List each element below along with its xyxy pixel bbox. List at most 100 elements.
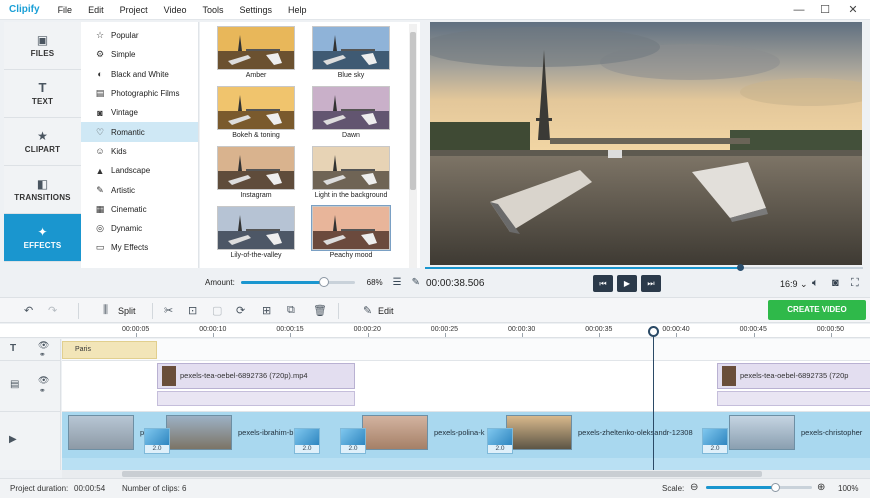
category-my-effects[interactable]: ▭ My Effects: [81, 238, 198, 257]
preset-dawn[interactable]: Dawn: [311, 86, 391, 139]
scissors-icon[interactable]: ✂: [164, 304, 173, 317]
tab-transitions[interactable]: ◧ TRANSITIONS: [4, 166, 81, 214]
film-icon: ▤: [95, 88, 105, 99]
zoom-out-icon[interactable]: ⊖: [690, 482, 698, 493]
category-label: Popular: [111, 31, 139, 41]
preset-lily-of-the-valley[interactable]: Lily-of-the-valley: [216, 206, 296, 259]
preset-thumbnail: [312, 26, 390, 70]
amount-slider-handle[interactable]: [318, 276, 329, 287]
play-button[interactable]: ▶: [617, 275, 637, 292]
category-label: Cinematic: [111, 204, 147, 214]
rotate-icon[interactable]: ⟳: [236, 304, 245, 317]
timeline-scrollbar[interactable]: [62, 470, 870, 478]
category-vintage[interactable]: ◙ Vintage: [81, 103, 198, 122]
category-simple[interactable]: ⚙ Simple: [81, 45, 198, 64]
presets-scrollbar[interactable]: [409, 24, 417, 268]
menu-file[interactable]: File: [50, 5, 81, 15]
create-video-button[interactable]: CREATE VIDEO: [768, 300, 866, 320]
category-romantic[interactable]: ♡ Romantic: [81, 122, 198, 142]
audio-track[interactable]: [62, 458, 870, 470]
next-button[interactable]: ⏭: [641, 275, 661, 292]
transition-block[interactable]: 2.0: [144, 428, 170, 454]
delete-icon[interactable]: 🗑︎: [313, 304, 327, 317]
transition-block[interactable]: 2.0: [340, 428, 366, 454]
tab-effects[interactable]: ✦ EFFECTS: [4, 214, 81, 262]
volume-icon[interactable]: 🔈︎: [812, 277, 819, 290]
menu-project[interactable]: Project: [112, 5, 156, 15]
audio-waveform[interactable]: [157, 391, 355, 406]
clip-thumbnail: [506, 415, 572, 450]
star-icon: ★: [37, 128, 48, 143]
link-icon[interactable]: ⚭: [39, 350, 46, 359]
menu-video[interactable]: Video: [156, 5, 195, 15]
playhead-handle[interactable]: [648, 326, 659, 337]
preset-bokeh-toning[interactable]: Bokeh & toning: [216, 86, 296, 139]
video-clip[interactable]: pexels-tea-oebel-6892736 (720p).mp4: [157, 363, 355, 389]
freeze-frame-icon[interactable]: ▢: [212, 304, 222, 317]
menu-edit[interactable]: Edit: [80, 5, 112, 15]
playback-progress-handle[interactable]: [737, 264, 745, 271]
split-icon[interactable]: ⫼: [103, 304, 108, 317]
timeline-scrollbar-thumb[interactable]: [122, 471, 762, 477]
category-artistic[interactable]: ✎ Artistic: [81, 180, 198, 199]
preset-name: Dawn: [342, 132, 360, 139]
playback-progress[interactable]: [425, 264, 863, 271]
preset-instagram[interactable]: Instagram: [216, 146, 296, 199]
redo-icon[interactable]: ↷: [48, 304, 57, 317]
sliders-icon[interactable]: ☰: [393, 277, 402, 288]
preset-thumbnail: [217, 146, 295, 190]
crop-icon[interactable]: ⊡: [188, 304, 197, 317]
category-cinematic[interactable]: ▦ Cinematic: [81, 200, 198, 219]
transition-block[interactable]: 2.0: [487, 428, 513, 454]
video-clip[interactable]: pexels-tea-oebel-6892735 (720p: [717, 363, 870, 389]
category-black-and-white[interactable]: ◐ Black and White: [81, 65, 198, 84]
add-icon[interactable]: ⊞: [262, 304, 271, 317]
menu-help[interactable]: Help: [280, 5, 315, 15]
clip-label: pexels-tea-oebel-6892736 (720p).mp4: [180, 371, 308, 380]
video-preview: [430, 22, 862, 265]
category-dynamic[interactable]: ◎ Dynamic: [81, 219, 198, 238]
toolbar-divider: [152, 303, 153, 319]
edit-icon[interactable]: ✎: [363, 304, 372, 317]
ruler-tick: [290, 333, 292, 337]
preset-peachy-mood[interactable]: Peachy mood: [311, 205, 391, 259]
preset-blue-sky[interactable]: Blue sky: [311, 26, 391, 79]
previous-button[interactable]: ⏮: [593, 275, 613, 292]
scale-slider-handle[interactable]: [770, 483, 780, 492]
close-button[interactable]: ✕: [840, 2, 866, 18]
aspect-ratio-select[interactable]: 16:9 ⌄: [780, 279, 808, 290]
transition-block[interactable]: 2.0: [294, 428, 320, 454]
edit-button[interactable]: Edit: [378, 306, 394, 316]
maximize-button[interactable]: ☐: [812, 2, 838, 18]
fullscreen-icon[interactable]: ⛶: [851, 277, 859, 290]
menu-settings[interactable]: Settings: [231, 5, 280, 15]
menu-tools[interactable]: Tools: [194, 5, 231, 15]
amount-slider[interactable]: [240, 276, 355, 287]
transition-block[interactable]: 2.0: [702, 428, 728, 454]
camera-icon[interactable]: ◙: [832, 277, 839, 289]
presets-scrollbar-thumb[interactable]: [410, 32, 416, 190]
category-kids[interactable]: ☺ Kids: [81, 142, 198, 161]
category-popular[interactable]: ☆ Popular: [81, 26, 198, 45]
preset-light-in-the-background[interactable]: Light in the background: [311, 146, 391, 199]
undo-icon[interactable]: ↶: [24, 304, 33, 317]
preset-thumbnail: [217, 86, 295, 130]
text-clip[interactable]: Paris: [62, 341, 157, 359]
scale-slider[interactable]: [706, 483, 812, 492]
preset-amber[interactable]: Amber: [216, 26, 296, 79]
duplicate-icon[interactable]: ⧉: [287, 304, 295, 317]
tab-clipart[interactable]: ★ CLIPART: [4, 118, 81, 166]
main-clip[interactable]: pexels-christopher: [729, 414, 870, 452]
eye-icon[interactable]: 👁︎: [38, 375, 49, 386]
timeline-ruler[interactable]: 00:00:05 00:00:10 00:00:15 00:00:20 00:00:25…: [0, 324, 870, 338]
audio-waveform[interactable]: [717, 391, 870, 406]
brush-icon[interactable]: ✎: [412, 277, 420, 288]
zoom-in-icon[interactable]: ⊕: [817, 482, 825, 493]
tab-text[interactable]: T TEXT: [4, 70, 81, 118]
split-button[interactable]: Split: [118, 306, 136, 316]
minimize-button[interactable]: —: [786, 2, 812, 18]
link-icon[interactable]: ⚭: [39, 386, 46, 395]
tab-files[interactable]: ▣ FILES: [4, 22, 81, 70]
category-landscape[interactable]: ▲ Landscape: [81, 161, 198, 180]
category-photographic-films[interactable]: ▤ Photographic Films: [81, 84, 198, 103]
